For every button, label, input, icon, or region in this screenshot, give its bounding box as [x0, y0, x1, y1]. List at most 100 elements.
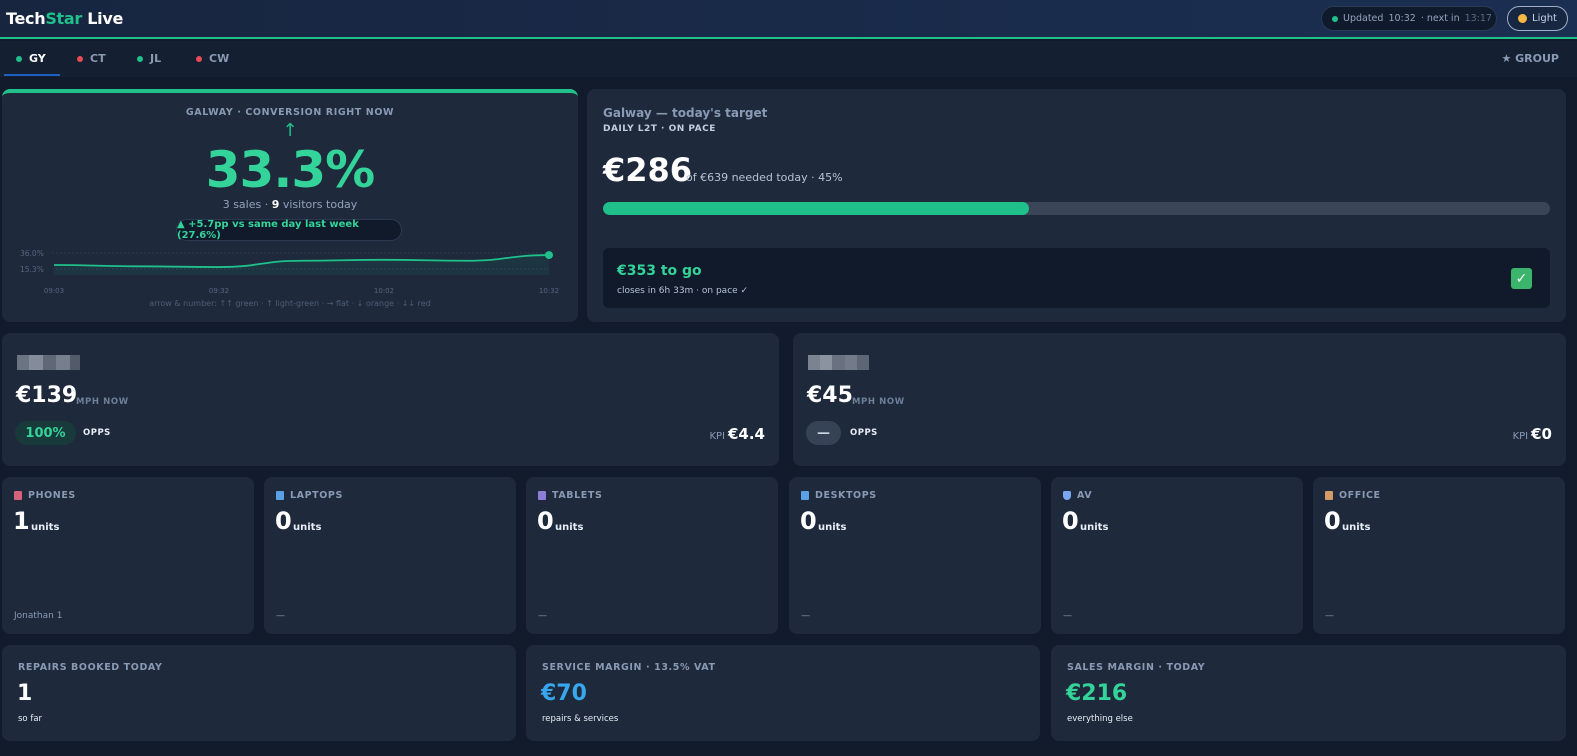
category-title: DESKTOPS	[801, 490, 877, 501]
category-card-desktops: DESKTOPS 0 units —	[789, 477, 1041, 634]
sparkline-area	[54, 255, 549, 275]
brand-text-tech: Tech	[6, 9, 46, 28]
tab-label: CW	[209, 52, 230, 65]
kpi-label: KPI	[1512, 431, 1529, 442]
conversion-detail: 3 sales · 9 visitors today	[2, 198, 578, 211]
repairs-subtitle: so far	[18, 714, 43, 724]
kpi-value: €4.4	[727, 425, 765, 443]
target-amount-detail: of €639 needed today · 45%	[686, 171, 843, 184]
category-label: AV	[1077, 490, 1093, 501]
mph-label: MPH NOW	[852, 397, 905, 407]
x-axis-tick-label: 09:32	[209, 287, 229, 295]
theme-toggle-label: Light	[1532, 13, 1557, 24]
category-footer: —	[1325, 611, 1334, 621]
live-status-dot-icon	[1332, 15, 1338, 22]
category-title: LAPTOPS	[276, 490, 343, 501]
shield-icon	[1063, 491, 1071, 500]
tablet-icon	[538, 491, 546, 500]
phone-icon	[14, 491, 22, 500]
kpi-readout: KPI €4.4	[709, 425, 765, 443]
check-icon: ✓	[1511, 268, 1532, 289]
tab-group[interactable]: ★ GROUP	[1501, 52, 1559, 65]
category-value: 0	[1324, 507, 1341, 535]
conversion-sparkline: 36.0% 15.3% 09:03 09:32 10:02 10:32	[20, 249, 559, 295]
visitor-count: 9	[271, 198, 280, 211]
target-closing-time: closes in 6h 33m · on pace ✓	[617, 286, 749, 296]
opps-label: OPPS	[850, 428, 878, 438]
sun-icon	[1518, 14, 1528, 23]
category-label: TABLETS	[552, 490, 603, 501]
category-card-tablets: TABLETS 0 units —	[526, 477, 778, 634]
category-title: PHONES	[14, 490, 76, 501]
category-unit: units	[818, 522, 847, 533]
tab-ct[interactable]: CT	[77, 52, 106, 65]
category-value: 0	[537, 507, 554, 535]
category-footer: Jonathan 1	[14, 611, 63, 621]
active-tab-indicator	[4, 74, 60, 76]
target-title: Galway — today's target	[603, 106, 768, 120]
week-comparison-badge: ▲ +5.7pp vs same day last week (27.6%)	[176, 219, 402, 241]
next-time: 13:17	[1464, 13, 1492, 24]
sales-margin-title: SALES MARGIN · TODAY	[1067, 662, 1206, 673]
tab-gy[interactable]: GY	[16, 52, 46, 65]
theme-toggle-button[interactable]: Light	[1507, 6, 1568, 31]
x-axis-tick-label: 10:32	[539, 287, 559, 295]
category-unit: units	[293, 522, 322, 533]
category-unit: units	[1342, 522, 1371, 533]
conversion-card: GALWAY · CONVERSION RIGHT NOW ↑ 33.3% 3 …	[2, 89, 578, 322]
category-label: DESKTOPS	[815, 490, 877, 501]
status-dot-icon	[196, 55, 202, 62]
service-margin-subtitle: repairs & services	[542, 714, 619, 724]
sales-count: 3 sales ·	[222, 198, 269, 211]
tab-label: JL	[150, 52, 162, 65]
target-subtitle: DAILY L2T · ON PACE	[603, 124, 716, 134]
status-dot-icon	[77, 55, 83, 62]
sales-margin-subtitle: everything else	[1067, 714, 1133, 724]
staff-name-redacted	[17, 355, 81, 370]
sales-margin-card: SALES MARGIN · TODAY €216 everything els…	[1051, 645, 1566, 741]
conversion-title: GALWAY · CONVERSION RIGHT NOW	[185, 107, 395, 118]
brand-text-live: Live	[82, 9, 124, 28]
opps-badge: —	[806, 421, 841, 445]
category-footer: —	[801, 611, 810, 621]
service-margin-value: €70	[541, 681, 587, 706]
updated-label: Updated	[1343, 13, 1384, 24]
target-progress-bar	[603, 202, 1550, 215]
category-card-laptops: LAPTOPS 0 units —	[264, 477, 516, 634]
tab-cw[interactable]: CW	[196, 52, 229, 65]
trend-up-arrow-icon: ↑	[282, 120, 298, 141]
category-value: 0	[1062, 507, 1079, 535]
category-value: 0	[275, 507, 292, 535]
laptop-icon	[276, 491, 284, 500]
target-card: Galway — today's target DAILY L2T · ON P…	[587, 89, 1566, 322]
top-bar: TechStar Live Updated 10:32 · next in 13…	[0, 0, 1577, 39]
brand-text-star: Star	[45, 9, 82, 28]
category-label: OFFICE	[1339, 490, 1381, 501]
category-label: PHONES	[28, 490, 76, 501]
category-card-office: OFFICE 0 units —	[1313, 477, 1565, 634]
desktop-icon	[801, 491, 809, 500]
category-value: 0	[800, 507, 817, 535]
conversion-rate: 33.3%	[205, 141, 375, 199]
category-card-av: AV 0 units —	[1051, 477, 1303, 634]
status-dot-icon	[16, 55, 22, 62]
category-label: LAPTOPS	[290, 490, 343, 501]
service-margin-card: SERVICE MARGIN · 13.5% VAT €70 repairs &…	[526, 645, 1040, 741]
tab-label: CT	[90, 52, 106, 65]
opps-label: OPPS	[83, 428, 111, 438]
kpi-value: €0	[1531, 425, 1552, 443]
category-footer: —	[538, 611, 547, 621]
category-card-phones: PHONES 1 units Jonathan 1	[2, 477, 254, 634]
sales-margin-value: €216	[1066, 681, 1128, 706]
store-tabs: GY CT JL CW ★ GROUP	[0, 41, 1577, 77]
update-status: Updated 10:32 · next in 13:17	[1321, 6, 1497, 31]
tab-label: GY	[29, 52, 46, 65]
y-axis-min-label: 15.3%	[20, 265, 44, 274]
repairs-title: REPAIRS BOOKED TODAY	[18, 662, 163, 673]
mph-label: MPH NOW	[76, 397, 129, 407]
status-dot-icon	[137, 55, 143, 62]
repairs-value: 1	[17, 681, 33, 706]
category-title: AV	[1063, 490, 1092, 501]
tab-jl[interactable]: JL	[137, 52, 161, 65]
y-axis-max-label: 36.0%	[20, 249, 44, 258]
